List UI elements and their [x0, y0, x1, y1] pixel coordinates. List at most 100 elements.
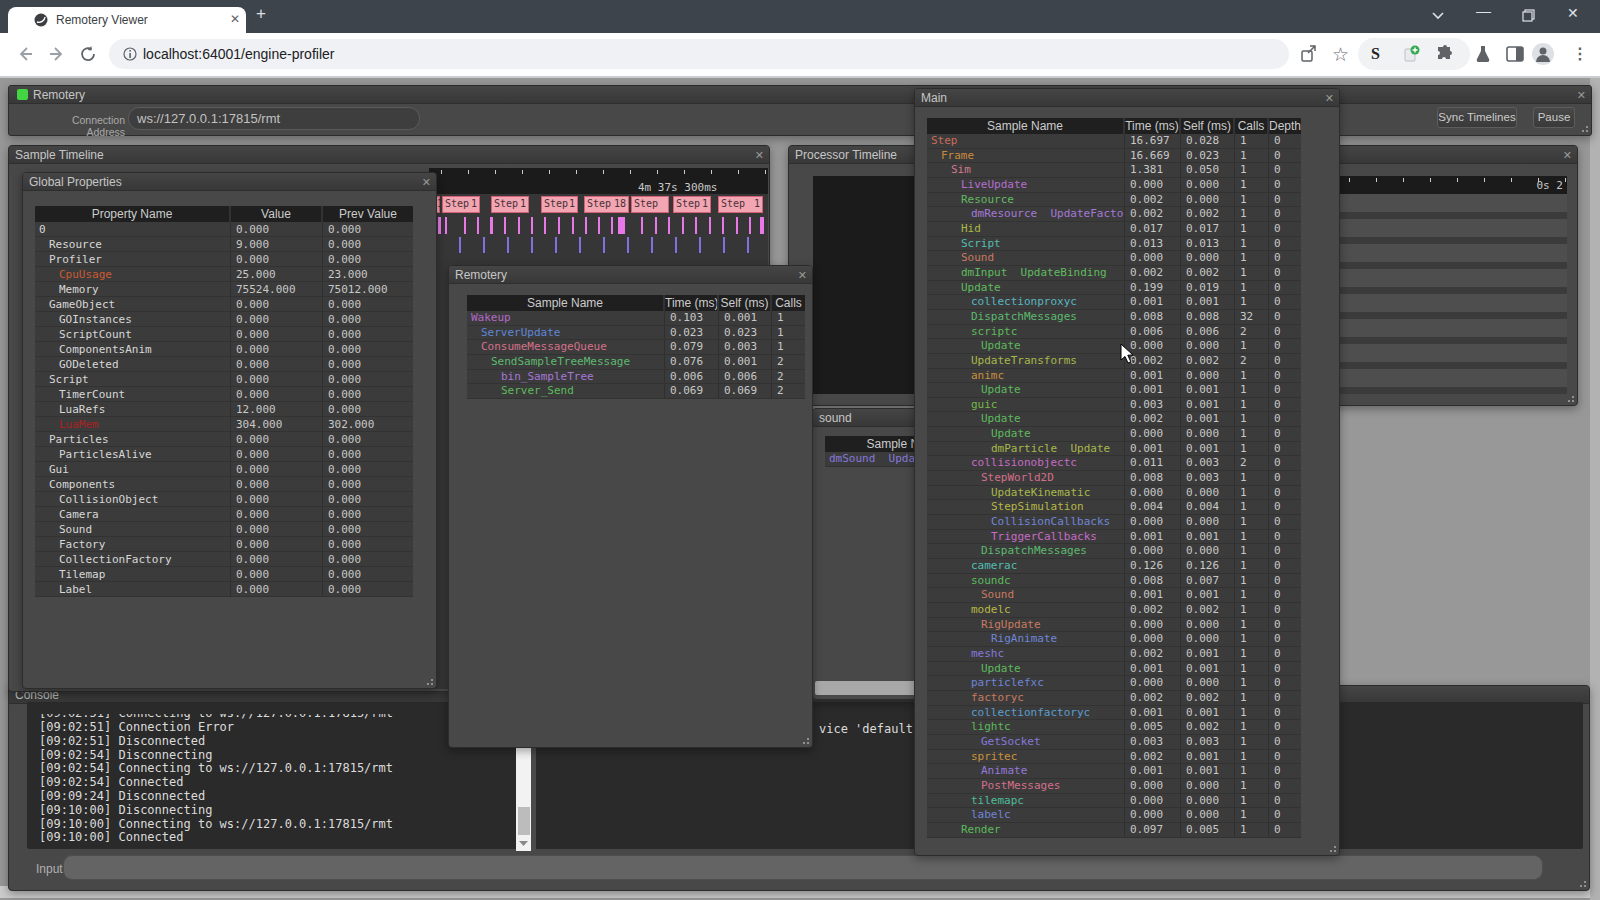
- table-row[interactable]: TimerCount0.0000.000: [35, 387, 413, 402]
- share-icon[interactable]: [1300, 45, 1318, 63]
- table-row[interactable]: Gui0.0000.000: [35, 462, 413, 477]
- table-row[interactable]: dmResource UpdateFactory0.0020.00210: [927, 207, 1301, 222]
- table-row[interactable]: soundc0.0080.00710: [927, 574, 1301, 589]
- table-row[interactable]: Script0.0000.000: [35, 372, 413, 387]
- table-row[interactable]: Particles0.0000.000: [35, 432, 413, 447]
- main-titlebar[interactable]: Main✕: [915, 89, 1339, 107]
- sidebar-icon[interactable]: [1506, 45, 1524, 63]
- step-sample-block[interactable]: Step18: [584, 196, 629, 213]
- bookmark-star-icon[interactable]: ☆: [1332, 43, 1349, 66]
- extension-doc-plus-icon[interactable]: [1402, 45, 1420, 63]
- table-row[interactable]: LiveUpdate0.0000.00010: [927, 178, 1301, 193]
- step-sample-block[interactable]: Step1: [541, 196, 578, 213]
- table-row[interactable]: Server_Send0.0690.0692: [467, 384, 805, 399]
- close-icon[interactable]: ✕: [1563, 148, 1572, 162]
- table-row[interactable]: ScriptCount0.0000.000: [35, 327, 413, 342]
- table-row[interactable]: camerac0.1260.12610: [927, 559, 1301, 574]
- table-row[interactable]: GODeleted0.0000.000: [35, 357, 413, 372]
- table-row[interactable]: Resource9.0000.000: [35, 237, 413, 252]
- table-row[interactable]: labelc0.0000.00010: [927, 808, 1301, 823]
- table-row[interactable]: RigAnimate0.0000.00010: [927, 632, 1301, 647]
- table-row[interactable]: Render0.0970.00510: [927, 823, 1301, 838]
- table-row[interactable]: DispatchMessages0.0000.00010: [927, 544, 1301, 559]
- processor-resize-grip[interactable]: [1565, 393, 1575, 403]
- table-row[interactable]: Resource0.0020.00010: [927, 193, 1301, 208]
- tab-close-icon[interactable]: ✕: [230, 12, 240, 26]
- table-row[interactable]: Wakeup0.1030.0011: [467, 311, 805, 326]
- remotery-main-resize-grip[interactable]: [1579, 123, 1589, 133]
- table-row[interactable]: Hid0.0170.01710: [927, 222, 1301, 237]
- table-row[interactable]: ComponentsAnim0.0000.000: [35, 342, 413, 357]
- close-icon[interactable]: ✕: [1577, 88, 1586, 102]
- table-row[interactable]: ConsumeMessageQueue0.0790.0031: [467, 340, 805, 355]
- table-row[interactable]: GOInstances0.0000.000: [35, 312, 413, 327]
- global-properties-resize-grip[interactable]: [424, 676, 434, 686]
- table-row[interactable]: ParticlesAlive0.0000.000: [35, 447, 413, 462]
- table-row[interactable]: DispatchMessages0.0080.008320: [927, 310, 1301, 325]
- table-row[interactable]: collectionproxyc0.0010.00110: [927, 295, 1301, 310]
- table-row[interactable]: lightc0.0050.00210: [927, 720, 1301, 735]
- table-row[interactable]: RigUpdate0.0000.00010: [927, 618, 1301, 633]
- column-header[interactable]: Calls: [772, 295, 805, 311]
- site-info-icon[interactable]: [123, 47, 137, 61]
- table-row[interactable]: Update0.0010.00110: [927, 383, 1301, 398]
- table-row[interactable]: Sound0.0000.000: [35, 522, 413, 537]
- table-row[interactable]: TriggerCallbacks0.0010.00110: [927, 530, 1301, 545]
- table-row[interactable]: CollectionFactory0.0000.000: [35, 552, 413, 567]
- connection-address-input[interactable]: ws://127.0.0.1:17815/rmt: [128, 107, 420, 130]
- main-resize-grip[interactable]: [1327, 843, 1337, 853]
- tab-search-icon[interactable]: [1431, 10, 1445, 22]
- table-row[interactable]: Memory75524.00075012.000: [35, 282, 413, 297]
- back-icon[interactable]: [16, 45, 34, 63]
- close-icon[interactable]: ✕: [1325, 91, 1334, 105]
- table-row[interactable]: Sound0.0010.00110: [927, 588, 1301, 603]
- table-row[interactable]: LuaMem304.000302.000: [35, 417, 413, 432]
- table-row[interactable]: Script0.0130.01310: [927, 237, 1301, 252]
- table-row[interactable]: scriptc0.0060.00620: [927, 325, 1301, 340]
- table-row[interactable]: Sound0.0000.00010: [927, 251, 1301, 266]
- table-row[interactable]: Update0.0010.00110: [927, 662, 1301, 677]
- profile-avatar[interactable]: [1532, 43, 1554, 65]
- table-row[interactable]: collectionfactoryc0.0010.00110: [927, 706, 1301, 721]
- table-row[interactable]: Step16.6970.02810: [927, 134, 1301, 149]
- table-row[interactable]: particlefxc0.0000.00010: [927, 676, 1301, 691]
- table-row[interactable]: Label0.0000.000: [35, 582, 413, 597]
- table-row[interactable]: SendSampleTreeMessage0.0760.0012: [467, 355, 805, 370]
- extension-s-icon[interactable]: S: [1371, 45, 1380, 63]
- remotery-sample-titlebar[interactable]: Remotery✕: [449, 266, 812, 284]
- step-sample-block[interactable]: Step1: [442, 196, 480, 213]
- table-row[interactable]: ServerUpdate0.0230.0231: [467, 326, 805, 341]
- column-header[interactable]: Value: [231, 206, 323, 222]
- minimize-button[interactable]: —: [1476, 2, 1491, 19]
- table-row[interactable]: Tilemap0.0000.000: [35, 567, 413, 582]
- reload-icon[interactable]: [79, 45, 97, 63]
- table-row[interactable]: Frame16.6690.02310: [927, 149, 1301, 164]
- table-row[interactable]: Camera0.0000.000: [35, 507, 413, 522]
- remotery-sample-resize-grip[interactable]: [800, 735, 810, 745]
- table-row[interactable]: animc0.0010.00010: [927, 369, 1301, 384]
- flask-icon[interactable]: [1474, 44, 1492, 63]
- console-resize-grip[interactable]: [1577, 878, 1587, 888]
- step-sample-block[interactable]: Step: [631, 196, 669, 213]
- table-row[interactable]: modelc0.0020.00210: [927, 603, 1301, 618]
- table-row[interactable]: meshc0.0020.00110: [927, 647, 1301, 662]
- close-icon[interactable]: ✕: [798, 268, 807, 282]
- table-row[interactable]: Components0.0000.000: [35, 477, 413, 492]
- table-row[interactable]: collisionobjectc0.0110.00320: [927, 456, 1301, 471]
- table-row[interactable]: LuaRefs12.0000.000: [35, 402, 413, 417]
- page-vertical-scrollbar[interactable]: [1590, 78, 1600, 900]
- table-row[interactable]: spritec0.0020.00110: [927, 750, 1301, 765]
- global-properties-titlebar[interactable]: Global Properties✕: [23, 173, 436, 191]
- table-row[interactable]: Update0.0000.00010: [927, 339, 1301, 354]
- scroll-down-icon[interactable]: [519, 840, 528, 847]
- restore-button[interactable]: [1522, 9, 1535, 22]
- table-row[interactable]: factoryc0.0020.00210: [927, 691, 1301, 706]
- table-row[interactable]: UpdateTransforms0.0020.00220: [927, 354, 1301, 369]
- extensions-puzzle-icon[interactable]: [1436, 45, 1454, 63]
- close-window-button[interactable]: ✕: [1567, 5, 1579, 21]
- table-row[interactable]: 00.0000.000: [35, 222, 413, 237]
- table-row[interactable]: Factory0.0000.000: [35, 537, 413, 552]
- sample-timeline-titlebar[interactable]: Sample Timeline✕: [9, 146, 769, 164]
- table-row[interactable]: dmParticle Update0.0010.00110: [927, 442, 1301, 457]
- column-header[interactable]: Time (ms): [1125, 118, 1181, 134]
